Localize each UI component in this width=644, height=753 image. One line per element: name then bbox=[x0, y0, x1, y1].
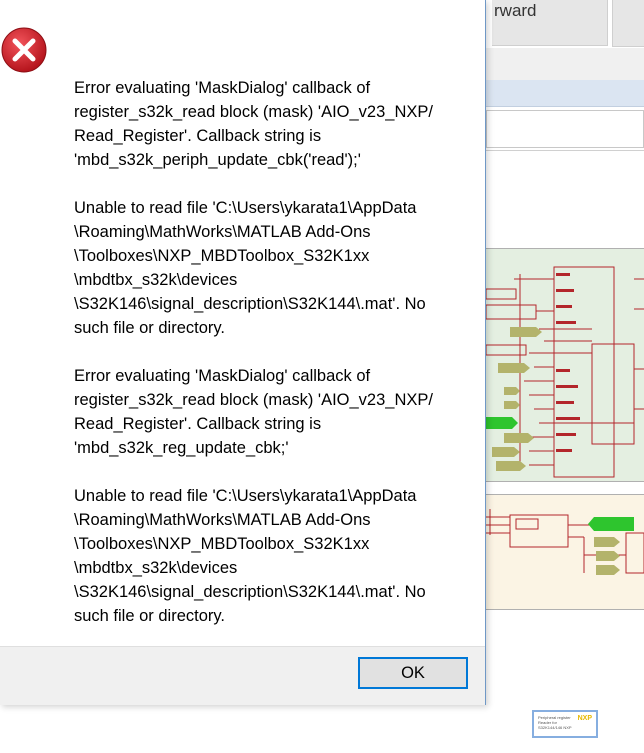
toolstrip-tab-bar: rward bbox=[484, 0, 644, 48]
subsystem-diagram-2 bbox=[484, 509, 644, 575]
subsystem-area-green[interactable] bbox=[484, 248, 644, 482]
message-paragraph: Error evaluating 'MaskDialog' callback o… bbox=[74, 76, 474, 172]
message-line: 'mbd_s32k_periph_update_cbk('read');' bbox=[74, 151, 361, 169]
address-bar[interactable] bbox=[486, 110, 644, 148]
message-line: \mbdtbx_s32k\devices bbox=[74, 271, 238, 289]
message-line: \S32K146\signal_description\S32K144\.mat… bbox=[74, 295, 426, 313]
message-line: Read_Register'. Callback string is bbox=[74, 127, 322, 145]
ok-button[interactable]: OK bbox=[358, 657, 468, 689]
model-thumbnail[interactable]: Peripheral register Reader for S32K144/1… bbox=[532, 710, 598, 738]
error-icon bbox=[1, 27, 47, 73]
message-paragraph: Error evaluating 'MaskDialog' callback o… bbox=[74, 364, 474, 460]
message-line: Error evaluating 'MaskDialog' callback o… bbox=[74, 367, 371, 385]
message-line: Error evaluating 'MaskDialog' callback o… bbox=[74, 79, 371, 97]
nxp-logo: NXP bbox=[577, 715, 592, 722]
simulink-editor-window: rward Peripheral register Reader for S32… bbox=[484, 0, 644, 753]
model-browser-bar bbox=[484, 80, 644, 107]
message-line: such file or directory. bbox=[74, 319, 225, 337]
message-line: \Toolboxes\NXP_MBDToolbox_S32K1xx bbox=[74, 247, 370, 265]
error-dialog: Error evaluating 'MaskDialog' callback o… bbox=[0, 0, 486, 705]
message-line: register_s32k_read block (mask) 'AIO_v23… bbox=[74, 103, 433, 121]
tab-forward[interactable]: rward bbox=[492, 0, 608, 46]
message-line: \Roaming\MathWorks\MATLAB Add-Ons bbox=[74, 223, 371, 241]
dialog-button-bar: OK bbox=[0, 646, 485, 705]
message-line: such file or directory. bbox=[74, 607, 225, 625]
message-line: \S32K146\signal_description\S32K144\.mat… bbox=[74, 583, 426, 601]
tab-next[interactable] bbox=[612, 0, 644, 47]
message-line: \mbdtbx_s32k\devices bbox=[74, 559, 238, 577]
message-line: \Roaming\MathWorks\MATLAB Add-Ons bbox=[74, 511, 371, 529]
message-paragraph: Unable to read file 'C:\Users\ykarata1\A… bbox=[74, 484, 474, 628]
message-line: Unable to read file 'C:\Users\ykarata1\A… bbox=[74, 487, 417, 505]
subsystem-diagram-1 bbox=[484, 266, 644, 478]
message-paragraph: Unable to read file 'C:\Users\ykarata1\A… bbox=[74, 196, 474, 340]
toolbar-strip bbox=[484, 48, 644, 81]
message-line: 'mbd_s32k_reg_update_cbk;' bbox=[74, 439, 289, 457]
message-line: Read_Register'. Callback string is bbox=[74, 415, 322, 433]
thumbnail-caption: Peripheral register Reader for S32K144/1… bbox=[538, 715, 572, 730]
message-line: \Toolboxes\NXP_MBDToolbox_S32K1xx bbox=[74, 535, 370, 553]
subsystem-area-yellow[interactable] bbox=[484, 494, 644, 610]
tab-forward-label: rward bbox=[494, 1, 537, 20]
message-line: Unable to read file 'C:\Users\ykarata1\A… bbox=[74, 199, 417, 217]
error-message: Error evaluating 'MaskDialog' callback o… bbox=[74, 76, 474, 652]
message-line: register_s32k_read block (mask) 'AIO_v23… bbox=[74, 391, 433, 409]
